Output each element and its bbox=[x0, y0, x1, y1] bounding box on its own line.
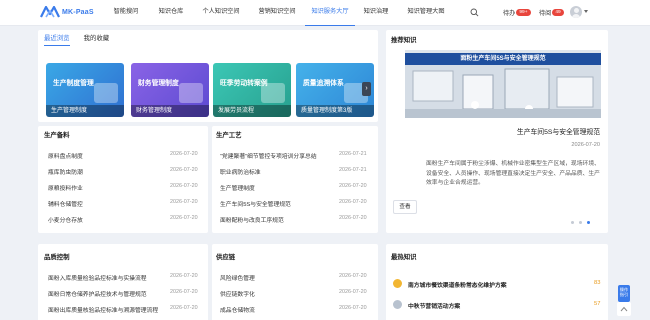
list-item-date: 2026-07-20 bbox=[170, 151, 198, 157]
avatar[interactable] bbox=[570, 6, 582, 18]
tile-illustration bbox=[94, 83, 118, 103]
recommend-description: 面粉生产车间属于粉尘涉爆、机械作业密集型生产区域，现场环境、设备安全、人员操作、… bbox=[426, 161, 600, 186]
list-item[interactable]: 面粉日常仓储养护品控技术与管理规范 bbox=[48, 289, 147, 298]
list-item[interactable]: 风险绿色管理 bbox=[220, 273, 255, 282]
tab-recent[interactable]: 最近浏览 bbox=[44, 33, 70, 46]
read-entry[interactable]: 待阅 49 bbox=[539, 8, 564, 17]
list-item[interactable]: 小麦分仓存放 bbox=[48, 215, 83, 224]
list-item[interactable]: 原粮投料作业 bbox=[48, 183, 83, 192]
hot-item[interactable]: 南方城市餐饮渠道条粉常态化维护方案 bbox=[408, 280, 507, 289]
nav-item-service-hall[interactable]: 知识服务大厅 bbox=[305, 0, 355, 26]
gold-medal-icon bbox=[393, 279, 402, 288]
nav-item-personal-space[interactable]: 个人知识空间 bbox=[193, 0, 249, 26]
featured-tile[interactable]: 旺季劳动转案例 发展劳员流程 bbox=[213, 63, 291, 117]
nav-item-governance[interactable]: 知识治理 bbox=[355, 0, 397, 26]
quality-title: 品质控制 bbox=[44, 254, 70, 261]
list-item-date: 2026-07-20 bbox=[339, 199, 367, 205]
todo-badge: 99+ bbox=[516, 9, 531, 16]
featured-tile[interactable]: 财务管理制度 财务管理制度 bbox=[131, 63, 209, 117]
list-item-date: 2026-07-20 bbox=[170, 305, 198, 311]
featured-tile[interactable]: 生产制度管理 生产管理制度 bbox=[46, 63, 124, 117]
recommend-date: 2026-07-20 bbox=[571, 142, 600, 148]
list-item[interactable]: 辅料仓储管控 bbox=[48, 199, 83, 208]
factory-illustration bbox=[405, 65, 601, 118]
list-item[interactable]: 面粉出库质量核验品控标准与溯源管理流程 bbox=[48, 305, 158, 314]
list-item-date: 2026-07-20 bbox=[170, 215, 198, 221]
list-item-date: 2026-07-20 bbox=[339, 273, 367, 279]
tile-title: 质量追溯体系 bbox=[303, 80, 344, 87]
carousel-dot-active[interactable] bbox=[587, 221, 590, 224]
list-item[interactable]: 面粉配粉与改良工序规范 bbox=[220, 215, 284, 224]
chevron-right-icon[interactable]: › bbox=[362, 82, 371, 96]
top-bar: MK-PaaS 智能搜问 知识仓库 个人知识空间 营销知识空间 知识服务大厅 知… bbox=[0, 0, 650, 26]
view-button[interactable]: 查看 bbox=[393, 200, 417, 214]
tile-title: 财务管理制度 bbox=[138, 80, 179, 87]
recommend-banner: 面粉生产车间5S与安全管理规范 bbox=[405, 53, 601, 65]
todo-label: 待办 bbox=[503, 10, 516, 17]
tile-caption: 质量管理制度第3版 bbox=[296, 105, 374, 117]
tile-title: 旺季劳动转案例 bbox=[220, 80, 268, 87]
list-item-date: 2026-07-20 bbox=[170, 273, 198, 279]
hot-item-count: 83 bbox=[594, 280, 601, 286]
chevron-up-icon bbox=[620, 306, 628, 312]
search-icon[interactable] bbox=[470, 8, 479, 17]
logo-icon bbox=[40, 6, 60, 18]
tile-caption: 发展劳员流程 bbox=[213, 105, 291, 117]
todo-entry[interactable]: 待办 99+ bbox=[503, 8, 531, 17]
recommend-caption[interactable]: 生产车间5S与安全管理规范 bbox=[420, 126, 600, 136]
list-item[interactable]: 供应链数字化 bbox=[220, 289, 255, 298]
carousel-dot[interactable] bbox=[571, 221, 574, 224]
read-label: 待阅 bbox=[539, 10, 552, 17]
list-item-date: 2026-07-21 bbox=[339, 167, 367, 173]
tile-caption: 生产管理制度 bbox=[46, 105, 124, 117]
production-process-title: 生产工艺 bbox=[216, 132, 242, 139]
featured-tabs: 最近浏览 我的收藏 bbox=[44, 33, 123, 46]
list-item[interactable]: 生产管理制度 bbox=[220, 183, 255, 192]
carousel-dot[interactable] bbox=[579, 221, 582, 224]
list-item[interactable]: 面粉入库质量检验品控标准与实操流程 bbox=[48, 273, 147, 282]
recommend-title: 推荐知识 bbox=[391, 37, 417, 44]
list-item[interactable]: “党建聚著”细节管控专项培训分享总结 bbox=[220, 151, 317, 160]
list-item-date: 2026-07-20 bbox=[339, 305, 367, 311]
main-nav: 智能搜问 知识仓库 个人知识空间 营销知识空间 知识服务大厅 知识治理 知识管理… bbox=[103, 0, 455, 26]
back-to-top-button[interactable] bbox=[617, 302, 631, 316]
list-item-date: 2026-07-20 bbox=[339, 289, 367, 295]
list-item[interactable]: 职业病防治标准 bbox=[220, 167, 261, 176]
list-item[interactable]: 生产车间5S与安全管理规范 bbox=[220, 199, 291, 208]
list-item-date: 2026-07-20 bbox=[170, 289, 198, 295]
silver-medal-icon bbox=[393, 300, 402, 309]
list-item[interactable]: 瓶库防虫防潮 bbox=[48, 167, 83, 176]
hot-item[interactable]: 中秋节营销活动方案 bbox=[408, 301, 460, 310]
list-item[interactable]: 成品仓储物流 bbox=[220, 305, 255, 314]
list-item-date: 2026-07-20 bbox=[170, 199, 198, 205]
nav-item-overview[interactable]: 知识管理大图 bbox=[397, 0, 455, 26]
tile-caption: 财务管理制度 bbox=[131, 105, 209, 117]
logo[interactable]: MK-PaaS bbox=[40, 6, 94, 18]
guide-button[interactable]: 操作指引 bbox=[618, 285, 630, 302]
chevron-down-icon[interactable] bbox=[584, 10, 588, 13]
nav-item-smart-search[interactable]: 智能搜问 bbox=[103, 0, 149, 26]
list-item-date: 2026-07-20 bbox=[170, 167, 198, 173]
list-item-date: 2026-07-20 bbox=[339, 183, 367, 189]
tab-favorites[interactable]: 我的收藏 bbox=[84, 33, 110, 46]
tile-title: 生产制度管理 bbox=[53, 80, 94, 87]
list-item-date: 2026-07-20 bbox=[170, 183, 198, 189]
hot-item-count: 57 bbox=[594, 301, 601, 307]
tile-illustration bbox=[179, 83, 203, 103]
production-prep-title: 生产备料 bbox=[44, 132, 70, 139]
read-badge: 49 bbox=[552, 9, 564, 16]
hot-title: 最热知识 bbox=[391, 254, 417, 261]
list-item-date: 2026-07-21 bbox=[339, 151, 367, 157]
supply-chain-title: 供应链 bbox=[216, 254, 236, 261]
list-item[interactable]: 原料盘点制度 bbox=[48, 151, 83, 160]
nav-item-marketing-space[interactable]: 营销知识空间 bbox=[249, 0, 305, 26]
list-item-date: 2026-07-20 bbox=[339, 215, 367, 221]
recommend-image[interactable]: 面粉生产车间5S与安全管理规范 bbox=[405, 50, 601, 118]
nav-item-knowledge-warehouse[interactable]: 知识仓库 bbox=[149, 0, 193, 26]
logo-text: MK-PaaS bbox=[62, 8, 94, 16]
